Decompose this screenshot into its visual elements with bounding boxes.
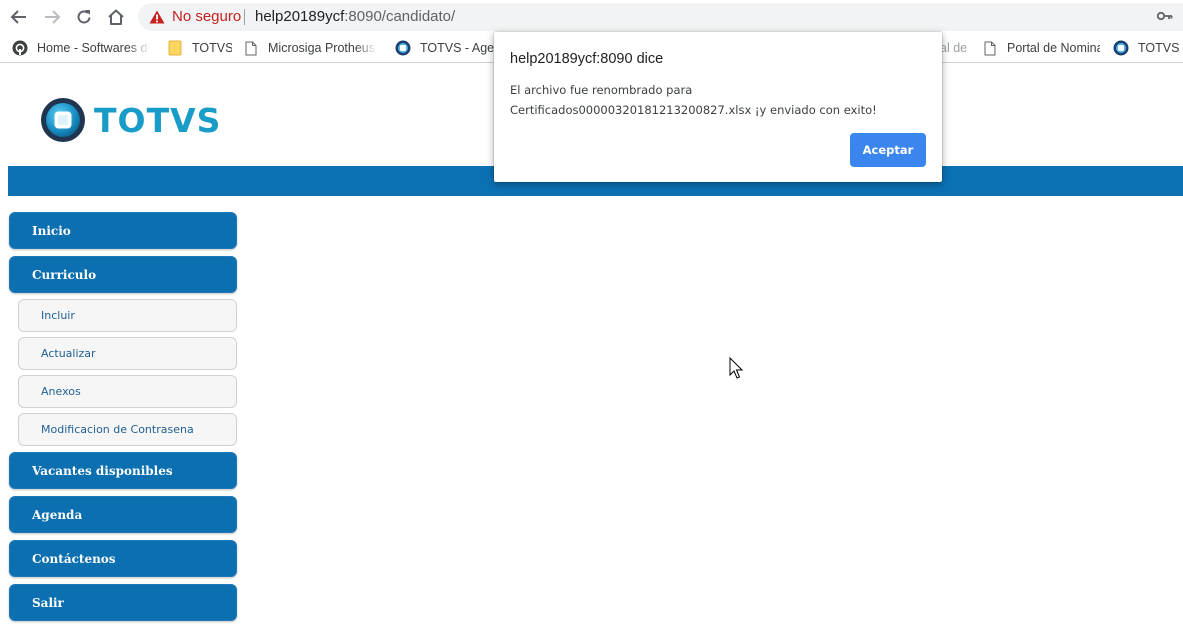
forward-button[interactable] [41,6,63,28]
bookmark-portal-nomina[interactable]: Portal de Nomina [982,39,1100,57]
menu-inicio[interactable]: Inicio [9,212,237,249]
bookmark-label: Home - Softwares de [37,41,150,55]
home-icon [108,9,124,25]
browser-toolbar: No seguro help20189ycf:8090/candidato/ [0,0,1183,33]
totvs-icon [1113,40,1129,56]
reload-icon [77,10,91,24]
bookmark-label: Microsiga Protheus 1 [268,41,377,55]
accept-button[interactable]: Aceptar [850,133,926,167]
warning-icon[interactable] [149,10,165,24]
page-icon [982,40,998,56]
home-button[interactable] [105,6,127,28]
back-button[interactable] [8,6,30,28]
bookmark-totvs-folder[interactable]: TOTVS [167,39,232,57]
url-text[interactable]: help20189ycf:8090/candidato/ [255,8,455,25]
address-bar[interactable]: No seguro help20189ycf:8090/candidato/ [138,3,1183,31]
key-icon[interactable] [1157,11,1173,21]
bookmark-totvs-c[interactable]: TOTVS C [1113,39,1183,57]
alert-dialog: help20189ycf:8090 dice El archivo fue re… [494,32,942,182]
bookmark-label: al de [940,41,968,55]
url-host: help20189ycf [255,8,345,25]
menu-agenda[interactable]: Agenda [9,496,237,533]
submenu-actualizar[interactable]: Actualizar [18,337,237,370]
bookmark-microsiga[interactable]: Microsiga Protheus 1 [243,39,377,57]
totvs-logo-icon [41,98,85,142]
bookmark-portal-partial[interactable]: al de [940,39,968,57]
mouse-cursor-icon [729,357,743,379]
menu-vacantes[interactable]: Vacantes disponibles [9,452,237,489]
bookmark-label: TOTVS - Agen [420,41,495,55]
page-icon [243,40,259,56]
reload-button[interactable] [73,6,95,28]
dialog-message-line-2: Certificados00000320181213200827.xlsx ¡y… [510,103,877,117]
bookmark-label: TOTVS C [1138,41,1183,55]
submenu-incluir[interactable]: Incluir [18,299,237,332]
submenu-modificacion-contrasena[interactable]: Modificacion de Contrasena [18,413,237,446]
dialog-message-line-1: El archivo fue renombrado para [510,83,693,97]
arrow-left-icon [10,10,26,24]
menu-contactenos[interactable]: Contáctenos [9,540,237,577]
arrow-right-icon [45,10,61,24]
folder-icon [167,40,183,56]
security-label[interactable]: No seguro [172,8,241,25]
bookmark-totvs-agenda[interactable]: TOTVS - Agen [395,39,495,57]
bookmark-label: TOTVS [192,41,232,55]
dialog-message: El archivo fue renombrado para Certifica… [510,80,930,120]
menu-salir[interactable]: Salir [9,584,237,621]
logo-wordmark: TOTVS [94,100,222,140]
submenu-anexos[interactable]: Anexos [18,375,237,408]
url-path: :8090/candidato/ [344,8,456,25]
omnibox-divider [244,9,245,25]
dialog-title: help20189ycf:8090 dice [510,51,664,67]
totvs-logo[interactable]: TOTVS [40,97,221,143]
totvs-icon [395,40,411,56]
bookmark-label: Portal de Nomina [1007,41,1100,55]
github-icon [12,40,28,56]
menu-curriculo[interactable]: Curriculo [9,256,237,293]
bookmark-home-softwares[interactable]: Home - Softwares de [12,39,150,57]
